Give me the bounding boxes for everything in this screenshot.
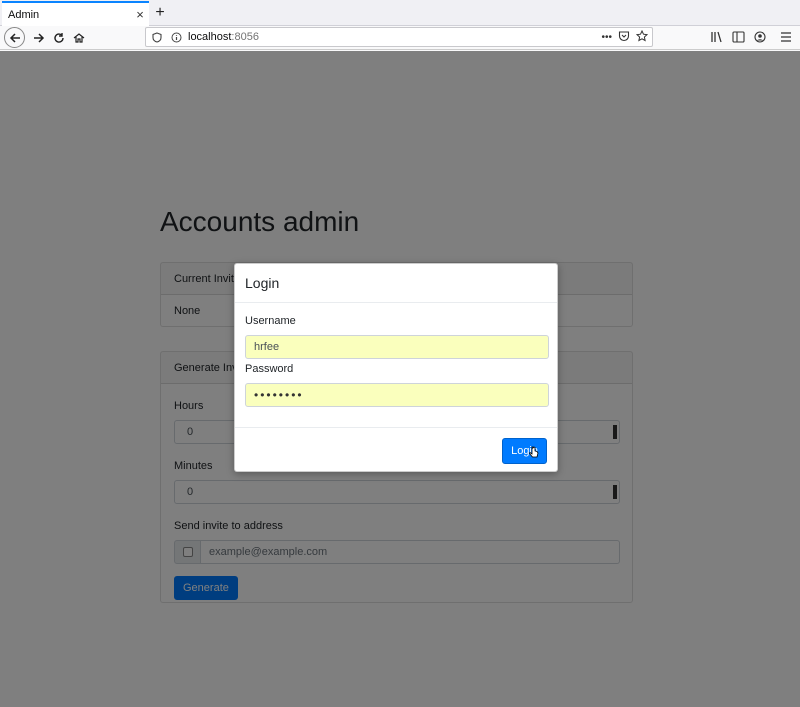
account-icon[interactable] [752, 29, 768, 45]
shield-icon[interactable] [149, 29, 165, 45]
reload-button[interactable] [48, 27, 70, 49]
reload-icon [54, 33, 64, 43]
username-label: Username [245, 315, 296, 327]
username-field[interactable]: hrfee [245, 335, 549, 359]
login-modal: Login Username hrfee Password •••••••• L… [234, 263, 558, 472]
url-port: :8056 [231, 31, 259, 43]
login-form: Username hrfee Password •••••••• [235, 303, 557, 428]
home-icon [73, 33, 85, 43]
library-icon[interactable] [709, 29, 725, 45]
arrow-left-icon [9, 32, 20, 43]
url-bar-actions: ••• [601, 29, 649, 45]
page-content: Accounts admin Current Invites None Gene… [0, 51, 800, 707]
modal-title: Login [235, 264, 557, 303]
password-label: Password [245, 363, 294, 375]
close-tab-icon[interactable]: × [131, 7, 149, 22]
password-field[interactable]: •••••••• [245, 383, 549, 407]
url-text[interactable]: localhost:8056 [188, 31, 259, 43]
forward-button[interactable] [28, 27, 50, 49]
bookmark-star-icon[interactable] [635, 29, 649, 45]
pointer-cursor-icon [529, 446, 539, 458]
url-host: localhost [188, 31, 232, 43]
tab-admin[interactable]: Admin × [2, 1, 149, 26]
back-button[interactable] [4, 27, 25, 48]
navigation-toolbar: localhost:8056 ••• [0, 26, 800, 50]
new-tab-button[interactable]: + [150, 2, 170, 24]
page-actions-menu-icon[interactable]: ••• [601, 32, 612, 43]
tab-title: Admin [8, 8, 40, 21]
info-icon[interactable] [168, 29, 184, 45]
arrow-right-icon [34, 33, 45, 43]
url-bar[interactable]: localhost:8056 ••• [145, 27, 653, 47]
sidebar-icon[interactable] [730, 29, 746, 45]
home-button[interactable] [68, 27, 90, 49]
tab-strip: Admin × + [0, 0, 800, 26]
pocket-icon[interactable] [618, 30, 630, 45]
login-button[interactable]: Login [502, 438, 547, 464]
hamburger-menu-icon[interactable] [778, 29, 794, 45]
modal-footer: Login [235, 428, 557, 472]
